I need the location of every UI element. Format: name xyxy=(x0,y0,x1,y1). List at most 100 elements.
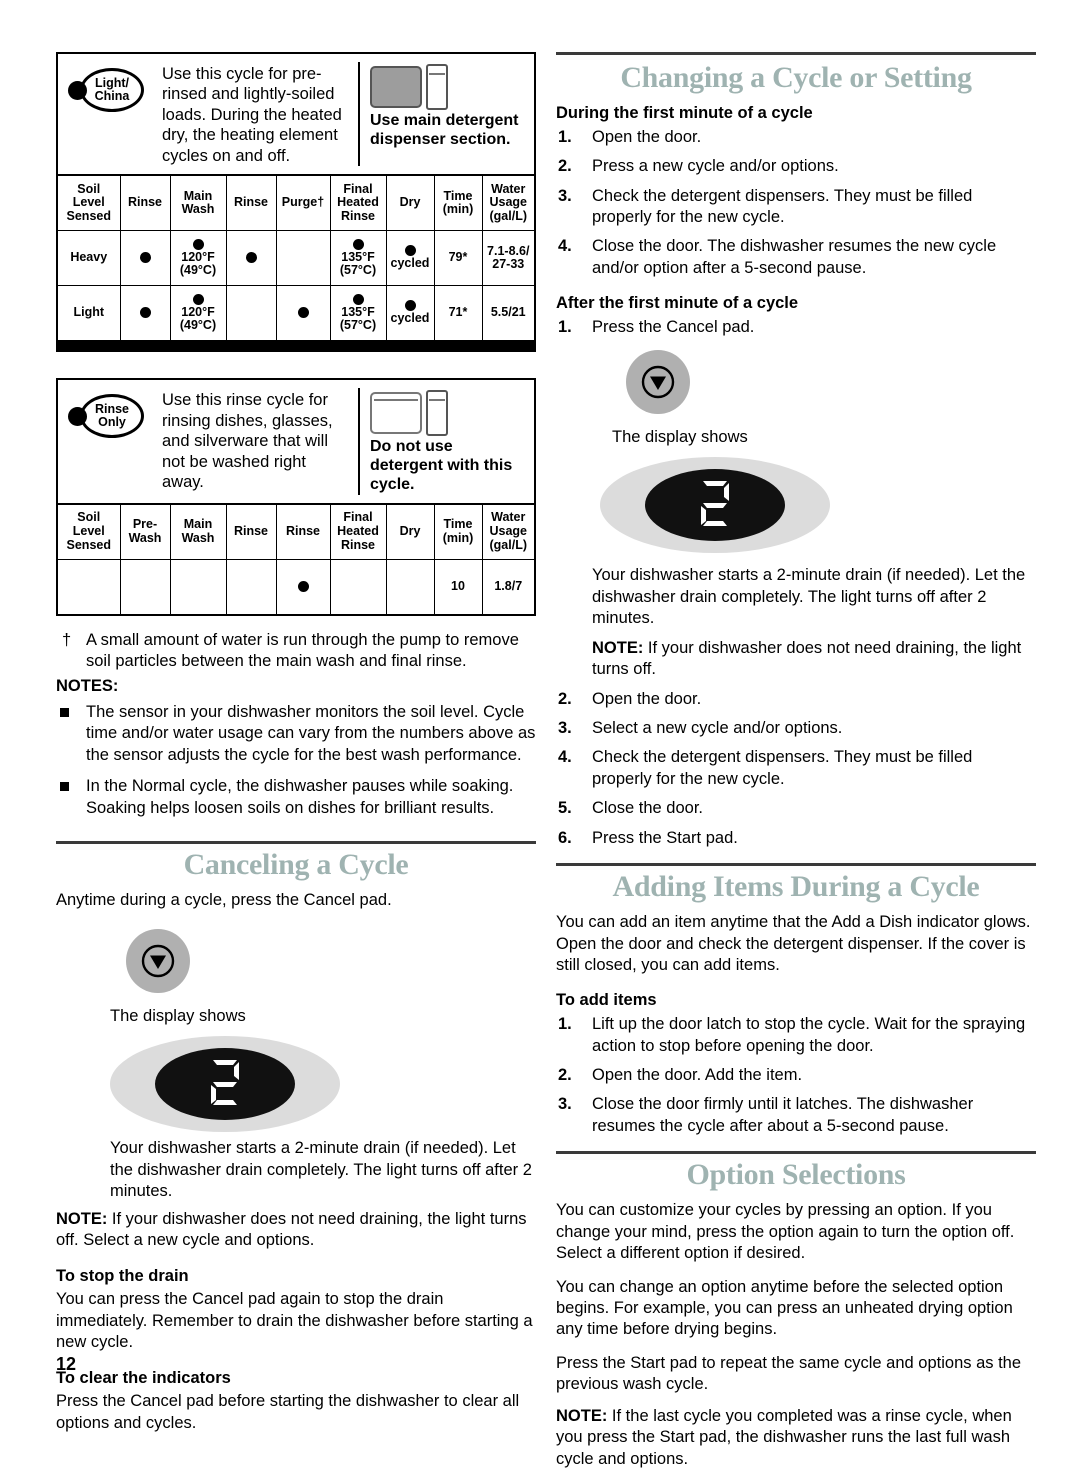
step-number: 2. xyxy=(558,1065,572,1084)
stop-drain-body: You can press the Cancel pad again to st… xyxy=(56,1290,533,1352)
th-dry: Dry xyxy=(385,174,435,232)
cycle-description: Use this cycle for pre-rinsed and lightl… xyxy=(162,65,342,165)
list-item: 2. Press a new cycle and/or options. xyxy=(556,156,1036,177)
display-graphic xyxy=(600,457,830,554)
cell-time: 71* xyxy=(433,285,483,341)
list-item: 2. Open the door. Add the item. xyxy=(556,1065,1036,1086)
th-dry: Dry xyxy=(385,503,435,560)
notes-list: The sensor in your dishwasher monitors t… xyxy=(56,702,536,819)
dagger-symbol: † xyxy=(62,630,72,649)
cell-purge xyxy=(275,285,331,341)
cycle-pad-wrap: Light/ China xyxy=(66,62,158,114)
th-rinse-1: Rinse xyxy=(225,503,277,560)
cell-final-heated-rinse: 135°F (57°C) xyxy=(329,230,387,287)
step-text: Close the door. The dishwasher resumes t… xyxy=(592,237,997,277)
step-text: Close the door firmly until it latches. … xyxy=(592,1095,974,1135)
canceling-body: Your dishwasher starts a 2-minute drain … xyxy=(110,1139,532,1201)
list-item: The sensor in your dishwasher monitors t… xyxy=(56,702,536,766)
note-text: In the Normal cycle, the dishwasher paus… xyxy=(86,777,514,817)
step-number: 4. xyxy=(558,237,572,256)
note-text: If the last cycle you completed was a ri… xyxy=(556,1406,1012,1468)
cycle-block-rinse-only: Rinse Only Use this rinse cycle for rins… xyxy=(56,378,536,616)
th-main-wash: Main Wash xyxy=(169,503,227,560)
step-text: Press a new cycle and/or options. xyxy=(592,157,839,176)
page-title-canceling: Canceling a Cycle xyxy=(183,847,409,881)
step-number: 1. xyxy=(558,1015,572,1034)
list-item: In the Normal cycle, the dishwasher paus… xyxy=(56,776,536,819)
first-minute-title: During the first minute of a cycle xyxy=(556,104,813,122)
option-para-3: Press the Start pad to repeat the same c… xyxy=(556,1353,1022,1394)
cycle-description: Use this rinse cycle for rinsing dishes,… xyxy=(162,391,333,492)
cell-water-usage: 1.8/7 xyxy=(481,558,534,614)
right-column: Changing a Cycle or Setting During the f… xyxy=(556,52,1036,1470)
cancel-pad-icon[interactable] xyxy=(126,929,190,994)
display-caption: The display shows xyxy=(110,1007,246,1026)
main-dispenser-section-icon xyxy=(370,392,422,435)
left-column: Light/ China Use this cycle for pre-rins… xyxy=(56,52,536,1434)
page-number: 12 xyxy=(56,1354,77,1374)
after-step-1-body: Your dishwasher starts a 2-minute drain … xyxy=(592,566,1026,628)
list-item: 1. Lift up the door latch to stop the cyc… xyxy=(556,1014,1036,1057)
option-para-1: You can customize your cycles by pressin… xyxy=(556,1201,1015,1263)
list-item: 3. Check the detergent dispensers. They m… xyxy=(556,186,1036,229)
note-text: If your dishwasher does not need drainin… xyxy=(592,638,1022,679)
cell-soil-level xyxy=(58,558,121,614)
th-pre-wash: Pre- Wash xyxy=(119,503,171,560)
cycle-header: Rinse Only Use this rinse cycle for rins… xyxy=(58,380,534,503)
cancel-pad-icon[interactable] xyxy=(626,350,690,415)
prewash-dispenser-section-icon xyxy=(426,64,448,110)
list-item: 1. Press the Cancel pad. xyxy=(556,317,1036,338)
cycle-table-light-china: Soil Level Sensed Rinse Main Wash Rinse Pur… xyxy=(58,174,534,341)
cell-rinse-2 xyxy=(275,558,331,614)
pad-oval: Light/ China xyxy=(80,68,144,112)
table-row: Heavy 120°F (49°C) 135°F (57°C) cycled 79*… xyxy=(58,230,534,287)
dagger-footnote-text: A small amount of water is run through t… xyxy=(86,630,519,671)
list-item: 4. Close the door. The dishwasher resumes… xyxy=(556,236,1036,279)
th-purge: Purge† xyxy=(275,174,331,232)
light-china-pad[interactable]: Light/ China xyxy=(66,68,148,114)
cell-final-heated-rinse xyxy=(329,558,387,614)
th-water-usage: Water Usage (gal/L) xyxy=(481,503,534,560)
step-text: Open the door. xyxy=(592,689,702,708)
th-rinse-2: Rinse xyxy=(225,174,277,232)
table-row: 10 1.8/7 xyxy=(58,558,534,614)
seven-segment-digit-icon xyxy=(701,481,729,527)
th-rinse-2: Rinse xyxy=(275,503,331,560)
th-time: Time (min) xyxy=(433,174,483,232)
th-final-heated-rinse: Final Heated Rinse xyxy=(329,174,387,232)
dispenser-note-wrap: Use main detergent dispenser section. xyxy=(358,62,528,167)
pad-label-line2: China xyxy=(94,89,130,103)
manual-page: Light/ China Use this cycle for pre-rins… xyxy=(0,0,1080,1468)
cell-purge xyxy=(275,230,331,287)
display-caption: The display shows xyxy=(612,428,748,447)
after-minute-steps: 1. Press the Cancel pad. xyxy=(556,317,1036,338)
rinse-only-pad[interactable]: Rinse Only xyxy=(66,394,148,440)
note-label: NOTE: xyxy=(56,1209,108,1228)
dispenser-note-wrap: Do not use detergent with this cycle. xyxy=(358,388,528,495)
step-number: 3. xyxy=(558,186,572,205)
pad-label-line2: Only xyxy=(98,415,126,430)
th-water-usage: Water Usage (gal/L) xyxy=(481,174,534,232)
option-para-2: You can change an option anytime before … xyxy=(556,1277,1013,1339)
cycle-table-rinse-only: Soil Level Sensed Pre- Wash Main Wash Rinse … xyxy=(58,502,534,614)
step-text: Check the detergent dispensers. They mus… xyxy=(592,748,973,788)
cell-dry: cycled xyxy=(385,285,435,341)
cell-rinse-2 xyxy=(225,230,277,287)
cell-main-wash xyxy=(169,558,227,614)
cell-dry xyxy=(385,558,435,614)
cell-final-heated-rinse: 135°F (57°C) xyxy=(329,285,387,341)
main-dispenser-section-icon xyxy=(370,66,422,108)
list-item: 4. Check the detergent dispensers. They m… xyxy=(556,747,1036,790)
list-item: 5. Close the door. xyxy=(556,798,1036,819)
th-time: Time (min) xyxy=(433,503,483,560)
canceling-intro: Anytime during a cycle, press the Cancel… xyxy=(56,890,392,909)
step-text: Close the door. xyxy=(592,799,703,818)
detergent-dispenser-icon xyxy=(370,64,474,110)
cell-soil-level: Heavy xyxy=(58,230,121,287)
cell-main-wash: 120°F (49°C) xyxy=(169,230,227,287)
list-item: 3. Select a new cycle and/or options. xyxy=(556,718,1036,739)
step-number: 2. xyxy=(558,689,572,708)
th-final-heated-rinse: Final Heated Rinse xyxy=(329,503,387,560)
table-bottom-bar xyxy=(56,342,536,353)
after-step-1-note: NOTE: If your dishwasher does not need d… xyxy=(556,638,1036,681)
